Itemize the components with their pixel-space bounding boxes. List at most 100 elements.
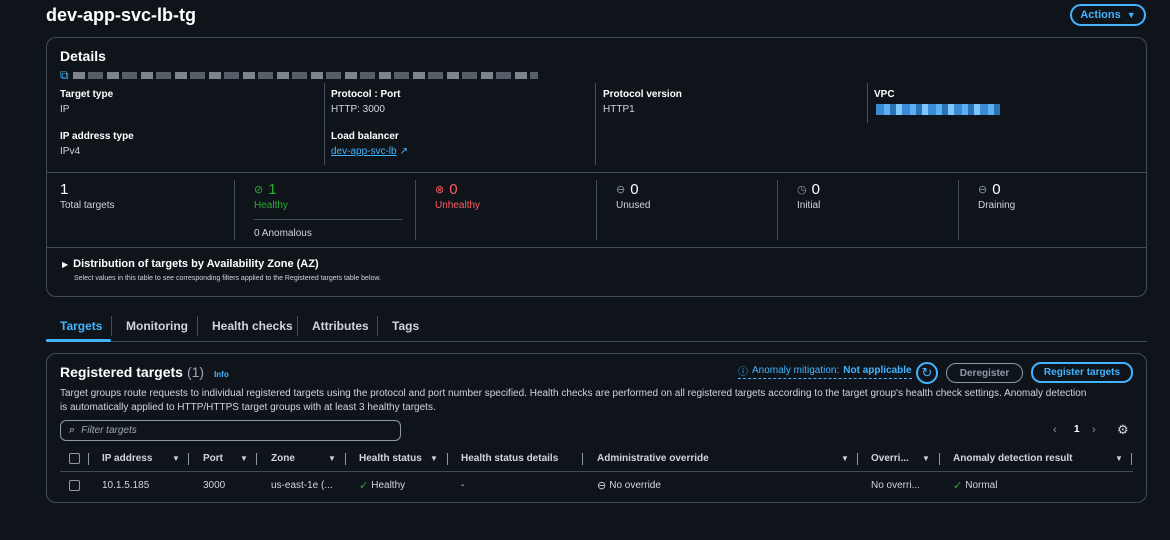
registered-count: (1) (186, 364, 205, 380)
tab-attributes[interactable]: Attributes (312, 319, 369, 333)
unused-label: Unused (616, 200, 651, 211)
registered-targets-panel: Registered targets (1) Info ⓘ Anomaly mi… (46, 353, 1147, 503)
col-administrative-override[interactable]: Administrative override (597, 453, 709, 464)
filter-input[interactable] (81, 425, 382, 436)
tab-tags[interactable]: Tags (392, 319, 419, 333)
anomaly-value: Not applicable (843, 365, 912, 376)
sort-icon[interactable]: ▼ (240, 454, 248, 463)
load-balancer-link[interactable]: dev-app-svc-lb (331, 146, 397, 157)
draining-count: 0 (992, 181, 1001, 198)
info-circle-icon: ⓘ (738, 367, 748, 378)
vpc-redacted[interactable] (876, 104, 1000, 115)
column-separator (939, 453, 940, 465)
register-targets-button[interactable]: Register targets (1031, 362, 1133, 383)
anomaly-label: Anomaly mitigation: (752, 365, 840, 376)
sort-icon[interactable]: ▼ (430, 454, 438, 463)
chevron-left-icon[interactable]: ‹ (1053, 424, 1057, 436)
admin-override-value: No override (609, 480, 661, 491)
search-icon: ⌕ (69, 424, 76, 436)
caret-down-icon: ▼ (1126, 10, 1136, 20)
page-title: dev-app-svc-lb-tg (46, 5, 197, 25)
cell-health: ✓ Healthy (359, 479, 405, 492)
cell-port: 3000 (203, 480, 226, 491)
ip-address-type-label: IP address type (60, 131, 134, 142)
cell-health-details: - (461, 480, 465, 491)
divider (297, 316, 298, 336)
tab-monitoring[interactable]: Monitoring (126, 319, 188, 333)
col-override[interactable]: Overri... (871, 453, 909, 464)
col-port[interactable]: Port (203, 453, 223, 464)
initial-count: 0 (811, 181, 820, 198)
column-separator (447, 453, 448, 465)
cell-zone: us-east-1e (... (271, 480, 333, 491)
column-separator (345, 453, 346, 465)
divider (596, 180, 597, 240)
gear-icon[interactable]: ⚙ (1117, 422, 1129, 438)
divider (47, 172, 1146, 173)
tabs-underline (46, 341, 1147, 342)
copy-icon[interactable]: ⧉ (60, 68, 69, 83)
check-circle-icon: ✓ (953, 480, 963, 492)
deregister-button[interactable]: Deregister (946, 363, 1023, 383)
divider (595, 83, 596, 165)
healthy-count: 1 (268, 181, 277, 198)
divider (234, 180, 235, 240)
draining-stat: ⊖ 0 (978, 181, 1001, 198)
tab-targets[interactable]: Targets (60, 319, 102, 333)
column-separator (188, 453, 189, 465)
page-number[interactable]: 1 (1074, 424, 1080, 435)
distribution-expander[interactable]: ▶ Distribution of targets by Availabilit… (62, 258, 319, 270)
check-circle-icon: ✓ (359, 480, 369, 492)
protocol-version-label: Protocol version (603, 89, 682, 100)
sort-icon[interactable]: ▼ (172, 454, 180, 463)
external-link-icon: ↗ (399, 146, 408, 157)
clock-icon: ◷ (797, 184, 807, 196)
total-targets-count: 1 (60, 181, 69, 198)
chevron-right-icon[interactable]: › (1092, 424, 1096, 436)
cell-override: No overri... (871, 480, 920, 491)
unhealthy-stat: ⊗ 0 (435, 181, 458, 198)
tab-health-checks[interactable]: Health checks (212, 319, 293, 333)
divider (415, 180, 416, 240)
distribution-subtitle: Select values in this table to see corre… (74, 275, 382, 282)
column-separator (582, 453, 583, 465)
anomaly-mitigation[interactable]: ⓘ Anomaly mitigation: Not applicable (738, 363, 912, 379)
divider (197, 316, 198, 336)
sort-icon[interactable]: ▼ (922, 454, 930, 463)
actions-button[interactable]: Actions ▼ (1070, 4, 1146, 26)
registered-header: Registered targets (1) Info (60, 364, 229, 380)
col-zone[interactable]: Zone (271, 453, 295, 464)
sort-icon[interactable]: ▼ (841, 454, 849, 463)
unused-stat: ⊖ 0 (616, 181, 639, 198)
column-separator (857, 453, 858, 465)
anomaly-value: Normal (965, 480, 998, 491)
initial-label: Initial (797, 200, 821, 211)
sort-icon[interactable]: ▼ (328, 454, 336, 463)
col-ip-address[interactable]: IP address (102, 453, 152, 464)
load-balancer-link-row[interactable]: dev-app-svc-lb ↗ (331, 146, 408, 157)
divider (324, 83, 325, 165)
protocol-version-value: HTTP1 (603, 104, 635, 115)
protocol-port-label: Protocol : Port (331, 89, 401, 100)
caret-right-icon: ▶ (62, 259, 69, 269)
col-health-status[interactable]: Health status (359, 453, 422, 464)
divider (777, 180, 778, 240)
select-all-checkbox[interactable] (69, 453, 80, 464)
x-circle-icon: ⊗ (435, 184, 445, 196)
refresh-button[interactable]: ↻ (916, 362, 938, 384)
vpc-label: VPC (874, 89, 895, 100)
info-link[interactable]: Info (214, 370, 229, 379)
minus-circle-icon: ⊖ (597, 480, 607, 492)
refresh-icon: ↻ (921, 365, 933, 380)
col-health-status-details[interactable]: Health status details (461, 453, 558, 464)
unhealthy-label: Unhealthy (435, 200, 481, 211)
anomalous-label: 0 Anomalous (254, 228, 312, 239)
arn-row: ⧉ (60, 68, 538, 83)
minus-circle-icon: ⊖ (616, 184, 626, 196)
filter-search[interactable]: ⌕ (60, 420, 401, 441)
col-anomaly-detection-result[interactable]: Anomaly detection result (953, 453, 1072, 464)
distribution-title: Distribution of targets by Availability … (73, 258, 319, 270)
table-row[interactable]: 10.1.5.185 3000 us-east-1e (... ✓ Health… (47, 474, 1146, 496)
sort-icon[interactable]: ▼ (1115, 454, 1123, 463)
row-checkbox[interactable] (69, 480, 80, 491)
